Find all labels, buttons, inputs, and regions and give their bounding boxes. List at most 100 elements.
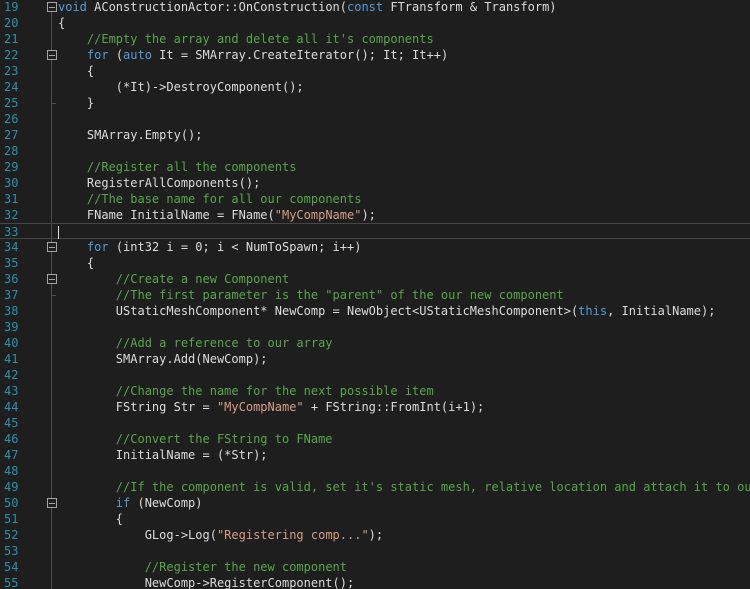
code-token: (*It)->DestroyComponent(); bbox=[58, 80, 304, 94]
code-token: } bbox=[58, 96, 95, 110]
line-number: 27 bbox=[4, 128, 19, 142]
code-text: //Change the name for the next possible … bbox=[58, 383, 434, 399]
line-number: 26 bbox=[4, 112, 19, 126]
code-token: InitialName = (*Str); bbox=[58, 448, 268, 462]
code-line[interactable]: 41 SMArray.Add(NewComp); bbox=[0, 351, 750, 367]
code-line[interactable]: 20 { bbox=[0, 15, 750, 31]
code-line[interactable]: 40 //Add a reference to our array bbox=[0, 335, 750, 351]
code-line[interactable]: 46 //Convert the FString to FName bbox=[0, 431, 750, 447]
line-number: 23 bbox=[4, 64, 19, 78]
line-number: 31 bbox=[4, 192, 19, 206]
code-text: //Register the new component bbox=[58, 559, 347, 575]
code-token: //If the component is valid, set it's st… bbox=[115, 480, 750, 494]
code-line[interactable]: 52 GLog->Log("Registering comp..."); bbox=[0, 527, 750, 543]
code-line[interactable]: 21 //Empty the array and delete all it's… bbox=[0, 31, 750, 47]
code-line[interactable]: 48 bbox=[0, 463, 750, 479]
code-token: //Empty the array and delete all it's co… bbox=[86, 32, 434, 46]
code-line[interactable]: 36 //Create a new Component bbox=[0, 271, 750, 287]
code-line[interactable]: 39 bbox=[0, 319, 750, 335]
line-number: 47 bbox=[4, 448, 19, 462]
code-line[interactable]: 22 for (auto It = SMArray.CreateIterator… bbox=[0, 47, 750, 63]
code-token: ); bbox=[368, 528, 384, 542]
collapse-icon[interactable] bbox=[47, 274, 57, 284]
code-token: ( bbox=[108, 48, 124, 62]
code-token: if bbox=[115, 496, 131, 510]
code-line[interactable]: 49 //If the component is valid, set it's… bbox=[0, 479, 750, 495]
code-token: { bbox=[58, 16, 66, 30]
collapse-icon[interactable] bbox=[47, 498, 57, 508]
code-line[interactable]: 25 } bbox=[0, 95, 750, 111]
code-token: (NewComp) bbox=[130, 496, 203, 510]
code-line[interactable]: 35 { bbox=[0, 255, 750, 271]
code-text: InitialName = (*Str); bbox=[58, 447, 268, 463]
code-line[interactable]: 31 //The base name for all our component… bbox=[0, 191, 750, 207]
code-text: //The base name for all our components bbox=[58, 191, 362, 207]
code-text: GLog->Log("Registering comp..."); bbox=[58, 527, 383, 543]
code-token: { bbox=[58, 64, 95, 78]
code-line[interactable]: 28 bbox=[0, 143, 750, 159]
code-text: { bbox=[58, 15, 65, 31]
code-line[interactable]: 33 bbox=[0, 223, 750, 239]
code-line[interactable]: 26 bbox=[0, 111, 750, 127]
code-line[interactable]: 19 void AConstructionActor::OnConstructio… bbox=[0, 0, 750, 15]
code-line[interactable]: 54 //Register the new component bbox=[0, 559, 750, 575]
collapse-icon[interactable] bbox=[47, 50, 57, 60]
line-number: 30 bbox=[4, 176, 19, 190]
code-token: //The base name for all our components bbox=[86, 192, 362, 206]
line-number: 51 bbox=[4, 512, 19, 526]
line-number: 38 bbox=[4, 304, 19, 318]
code-line[interactable]: 43 //Change the name for the next possib… bbox=[0, 383, 750, 399]
code-token: this bbox=[578, 304, 608, 318]
code-token: const bbox=[347, 0, 384, 14]
code-line[interactable]: 55 NewComp->RegisterComponent(); bbox=[0, 575, 750, 589]
collapse-icon[interactable] bbox=[47, 242, 57, 252]
code-line[interactable]: 27 SMArray.Empty(); bbox=[0, 127, 750, 143]
code-line[interactable]: 50 if (NewComp) bbox=[0, 495, 750, 511]
code-token: void bbox=[58, 0, 87, 14]
code-text: for (int32 i = 0; i < NumToSpawn; i++) bbox=[58, 239, 362, 255]
line-number: 43 bbox=[4, 384, 19, 398]
line-number: 42 bbox=[4, 368, 19, 382]
code-editor[interactable]: 19 void AConstructionActor::OnConstructio… bbox=[0, 0, 750, 589]
line-number: 39 bbox=[4, 320, 19, 334]
line-number: 50 bbox=[4, 496, 19, 510]
code-line[interactable]: 24 (*It)->DestroyComponent(); bbox=[0, 79, 750, 95]
line-number: 45 bbox=[4, 416, 19, 430]
line-number: 24 bbox=[4, 80, 19, 94]
code-line[interactable]: 30 RegisterAllComponents(); bbox=[0, 175, 750, 191]
code-token: FName InitialName = FName( bbox=[58, 208, 275, 222]
code-line[interactable]: 42 bbox=[0, 367, 750, 383]
line-number: 28 bbox=[4, 144, 19, 158]
code-text: if (NewComp) bbox=[58, 495, 203, 511]
code-line[interactable]: 23 { bbox=[0, 63, 750, 79]
line-number: 29 bbox=[4, 160, 19, 174]
code-line[interactable]: 53 bbox=[0, 543, 750, 559]
code-token: { bbox=[58, 512, 124, 526]
code-line[interactable]: 32 FName InitialName = FName("MyCompName… bbox=[0, 207, 750, 223]
code-token: for bbox=[86, 48, 109, 62]
code-line[interactable]: 38 UStaticMeshComponent* NewComp = NewOb… bbox=[0, 303, 750, 319]
line-number: 46 bbox=[4, 432, 19, 446]
code-line[interactable]: 47 InitialName = (*Str); bbox=[0, 447, 750, 463]
collapse-icon[interactable] bbox=[47, 2, 57, 12]
code-token: SMArray.Add(NewComp); bbox=[58, 352, 268, 366]
code-token: , InitialName); bbox=[607, 304, 716, 318]
line-number: 22 bbox=[4, 48, 19, 62]
code-line[interactable]: 37 //The first parameter is the "parent"… bbox=[0, 287, 750, 303]
code-line[interactable]: 51 { bbox=[0, 511, 750, 527]
code-line[interactable]: 34 for (int32 i = 0; i < NumToSpawn; i++… bbox=[0, 239, 750, 255]
code-text: SMArray.Add(NewComp); bbox=[58, 351, 268, 367]
code-line[interactable]: 45 bbox=[0, 415, 750, 431]
code-line[interactable]: 29 //Register all the components bbox=[0, 159, 750, 175]
code-text: //Add a reference to our array bbox=[58, 335, 333, 351]
code-line[interactable]: 44 FString Str = "MyCompName" + FString:… bbox=[0, 399, 750, 415]
code-token: //Change the name for the next possible … bbox=[115, 384, 434, 398]
code-token: GLog->Log( bbox=[58, 528, 217, 542]
line-number: 19 bbox=[4, 0, 19, 14]
line-number: 21 bbox=[4, 32, 19, 46]
code-text: NewComp->RegisterComponent(); bbox=[58, 575, 355, 589]
code-text: UStaticMeshComponent* NewComp = NewObjec… bbox=[58, 303, 716, 319]
